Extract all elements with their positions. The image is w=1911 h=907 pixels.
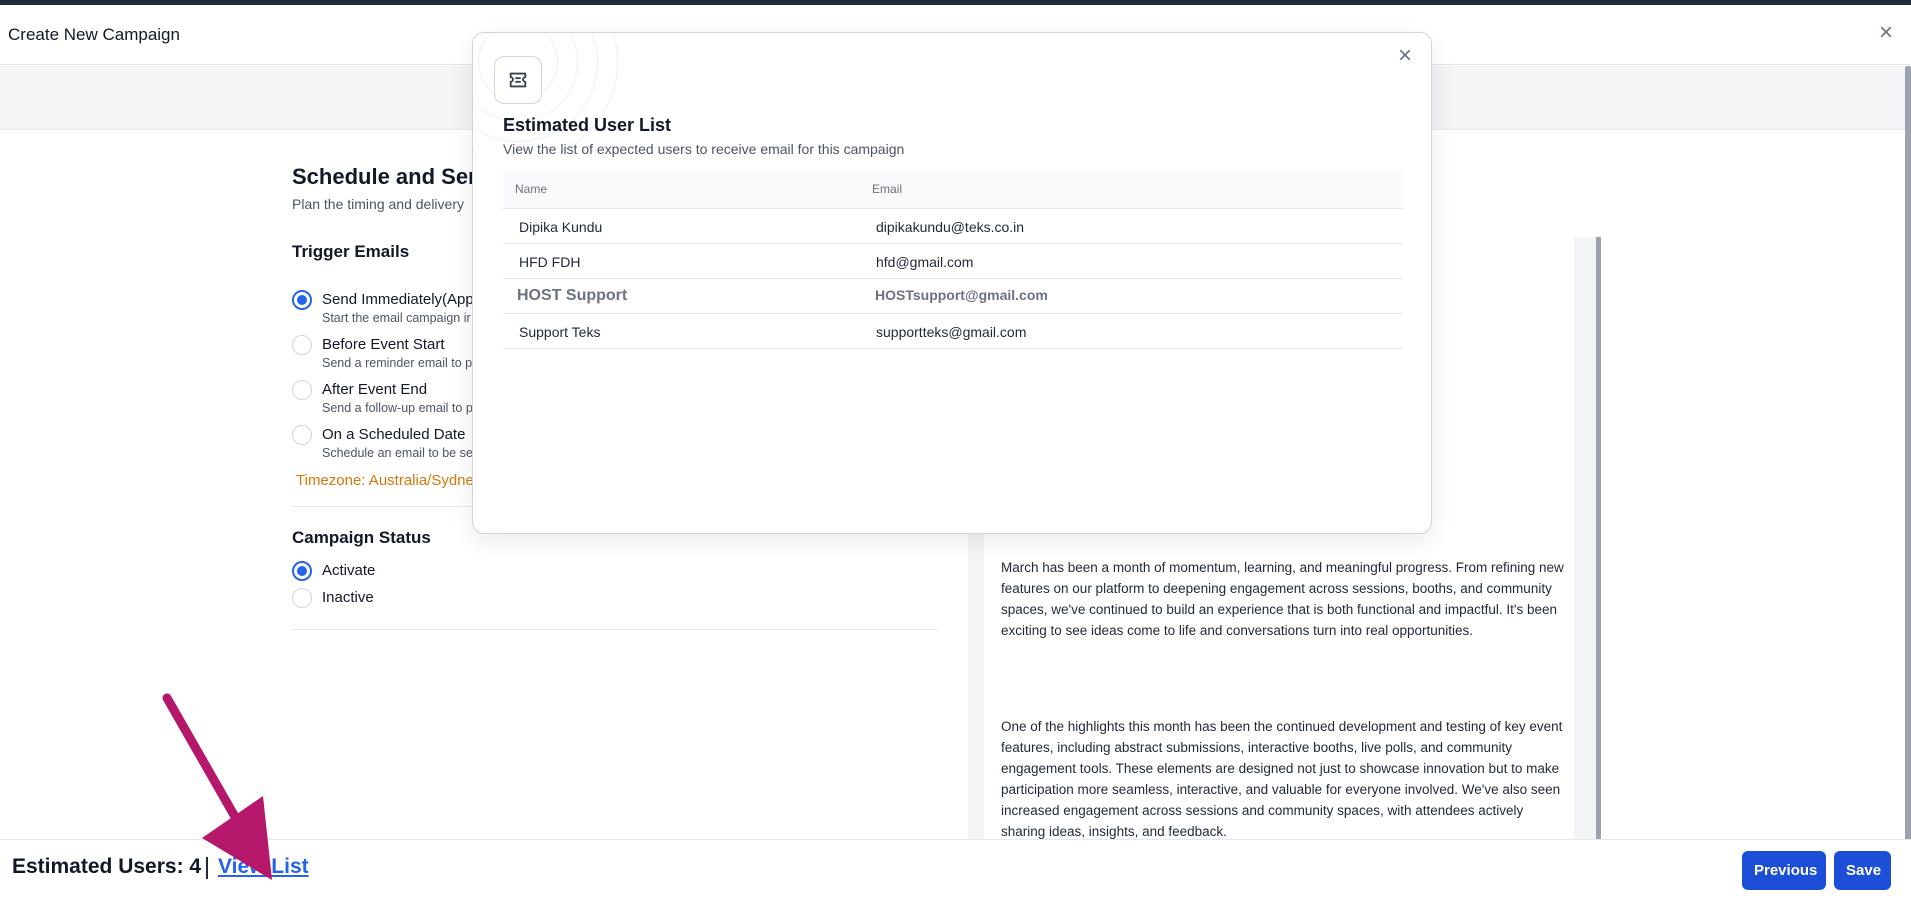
radio-description: Start the email campaign ir: [322, 311, 471, 325]
column-header-email: Email: [872, 182, 903, 196]
modal-close-icon[interactable]: ×: [1393, 44, 1417, 69]
radio-label: On a Scheduled Date: [322, 426, 466, 443]
trigger-emails-title: Trigger Emails: [292, 242, 410, 261]
timezone-label: Timezone: Australia/Sydne: [296, 472, 474, 489]
estimated-user-list-modal: × Estimated User List View the list of e…: [472, 32, 1432, 534]
cell-name: Dipika Kundu: [519, 219, 603, 235]
radio-button[interactable]: [292, 425, 312, 445]
page-title: Create New Campaign: [8, 25, 180, 44]
radio-button[interactable]: [292, 588, 312, 608]
arrow-annotation-icon: [162, 693, 272, 880]
radio-button[interactable]: [292, 380, 312, 400]
cell-email: HOSTsupport@gmail.com: [875, 287, 1048, 303]
cell-email: dipikakundu@teks.co.in: [876, 219, 1025, 235]
cell-email: hfd@gmail.com: [876, 254, 974, 270]
radio-button[interactable]: [292, 561, 312, 581]
radio-label: After Event End: [322, 381, 428, 398]
column-header-name: Name: [515, 182, 548, 196]
campaign-status-title: Campaign Status: [292, 528, 431, 547]
table-row: HOST Support HOSTsupport@gmail.com: [503, 279, 1403, 314]
radio-button[interactable]: [292, 290, 312, 310]
divider: [292, 629, 938, 630]
cell-name: HOST Support: [517, 287, 628, 304]
page-scrollbar[interactable]: [1905, 66, 1911, 841]
radio-description: Schedule an email to be se: [322, 446, 473, 460]
cell-email: supportteks@gmail.com: [876, 324, 1027, 340]
save-button[interactable]: Save: [1834, 851, 1891, 890]
preview-paragraph: One of the highlights this month has bee…: [1001, 719, 1563, 839]
table-row: HFD FDH hfd@gmail.com: [503, 244, 1403, 279]
user-table: Name Email Dipika Kundu dipikakundu@teks…: [503, 169, 1403, 349]
radio-label: Activate: [322, 562, 376, 579]
cell-name: HFD FDH: [519, 254, 581, 270]
ticket-icon: [494, 56, 542, 104]
preview-scrollbar[interactable]: [1596, 237, 1601, 841]
radio-button[interactable]: [292, 335, 312, 355]
modal-title: Estimated User List: [503, 115, 672, 135]
modal-subtitle: View the list of expected users to recei…: [503, 141, 905, 157]
preview-paragraph: March has been a month of momentum, lear…: [1001, 560, 1564, 638]
previous-button[interactable]: Previous: [1742, 851, 1826, 890]
radio-label: Inactive: [322, 589, 374, 606]
table-row: Support Teks supportteks@gmail.com: [503, 314, 1403, 349]
table-header: Name Email: [503, 169, 1403, 209]
radio-description: Send a reminder email to p: [322, 356, 473, 370]
cell-name: Support Teks: [519, 324, 601, 340]
table-row: Dipika Kundu dipikakundu@teks.co.in: [503, 209, 1403, 244]
radio-label: Before Event Start: [322, 336, 445, 353]
close-icon[interactable]: ×: [1873, 21, 1899, 47]
radio-description: Send a follow-up email to p: [322, 401, 473, 415]
radio-label: Send Immediately(App: [322, 291, 474, 308]
